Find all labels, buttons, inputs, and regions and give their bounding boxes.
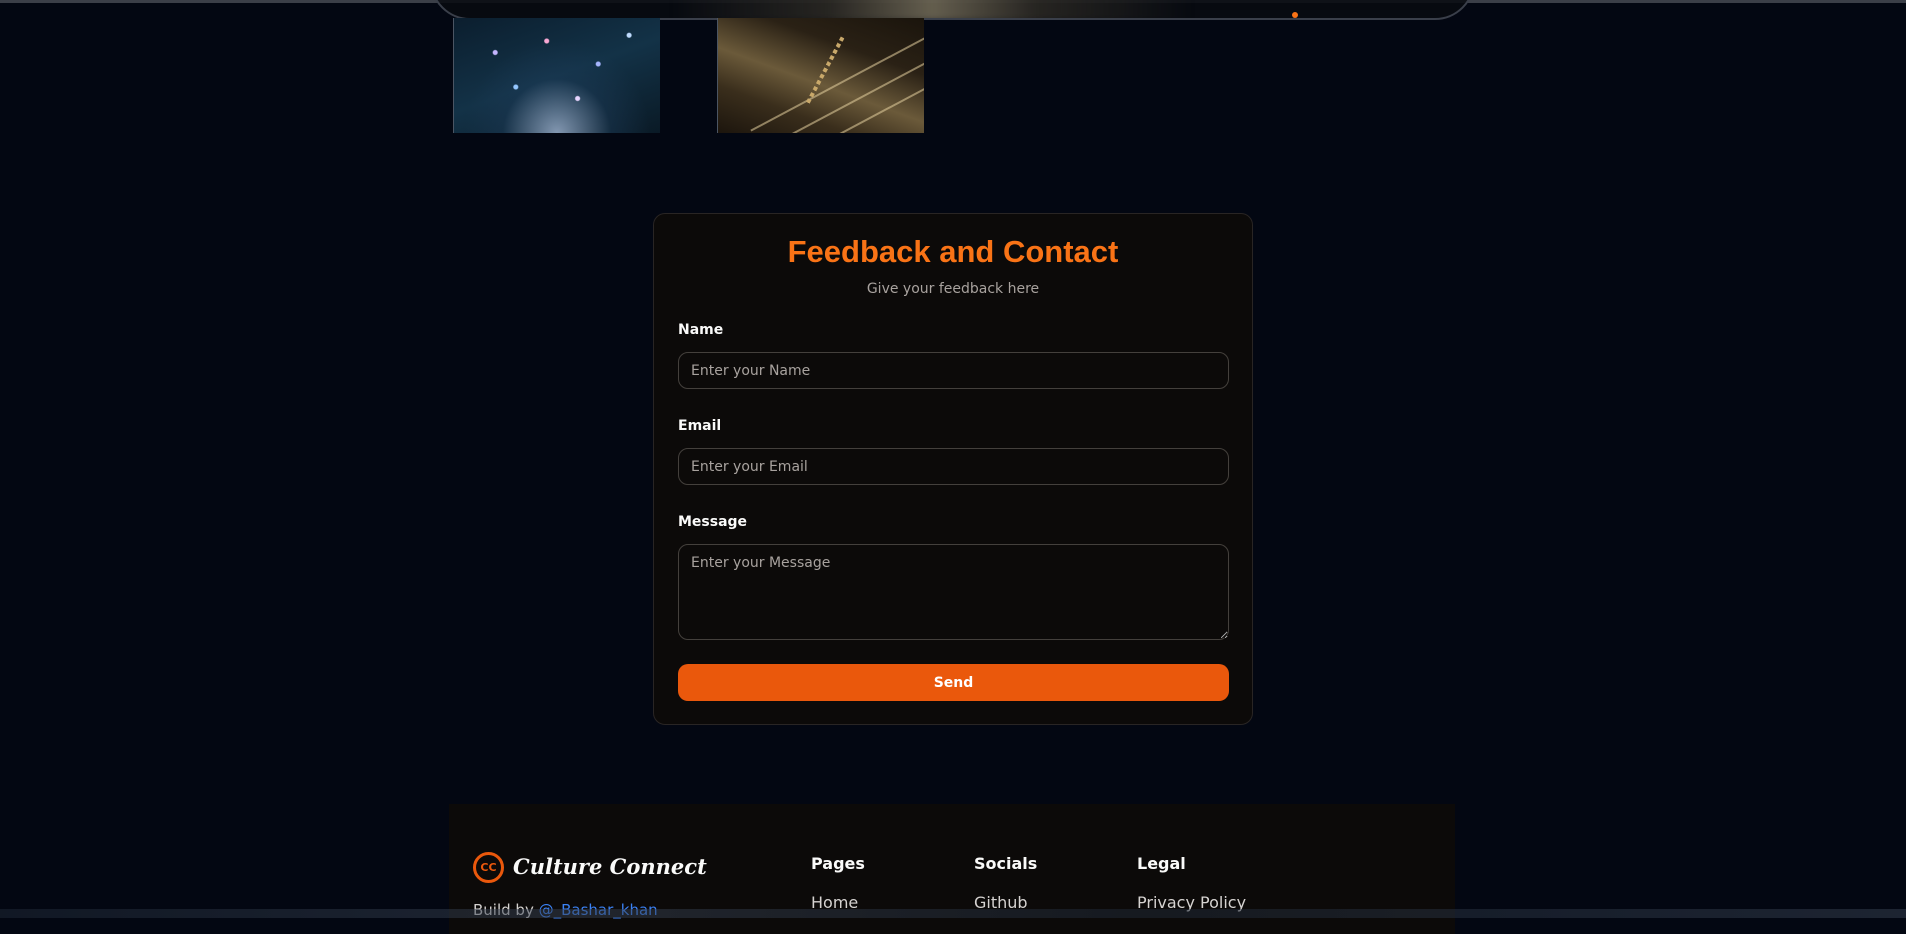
navbar-highlight xyxy=(672,0,1192,18)
name-label: Name xyxy=(678,322,724,338)
send-button[interactable]: Send xyxy=(678,664,1229,701)
rosary-decoration xyxy=(805,36,845,105)
feedback-subtitle: Give your feedback here xyxy=(866,281,1040,297)
message-textarea[interactable] xyxy=(678,544,1229,640)
feedback-title: Feedback and Contact xyxy=(787,234,1119,269)
top-navbar xyxy=(430,0,1475,20)
footer-heading-legal: Legal xyxy=(1137,854,1186,873)
gallery-image-confetti[interactable] xyxy=(453,18,660,133)
email-input[interactable] xyxy=(678,448,1229,485)
email-label: Email xyxy=(678,418,722,434)
taskbar-edge xyxy=(0,909,1906,918)
feedback-form: Feedback and Contact Give your feedback … xyxy=(653,213,1253,725)
footer-heading-pages: Pages xyxy=(811,854,865,873)
book-edge xyxy=(760,46,924,133)
message-label: Message xyxy=(678,514,748,530)
navbar-accent-dot xyxy=(1292,12,1298,18)
name-input[interactable] xyxy=(678,352,1229,389)
cc-circle-icon[interactable]: CC xyxy=(473,852,504,883)
brand-name[interactable]: Culture Connect xyxy=(513,854,707,879)
gallery-image-books[interactable] xyxy=(717,18,924,133)
footer-heading-socials: Socials xyxy=(974,854,1038,873)
